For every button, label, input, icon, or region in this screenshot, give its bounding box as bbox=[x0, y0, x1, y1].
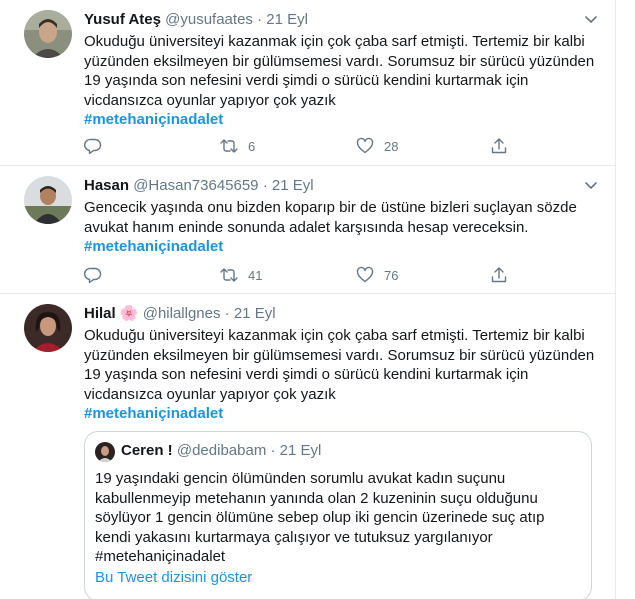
timestamp[interactable]: 21 Eyl bbox=[234, 305, 276, 322]
tweet-yusuf[interactable]: Yusuf Ateş @yusufaates · 21 Eyl Okuduğu … bbox=[0, 0, 616, 166]
share-button[interactable] bbox=[490, 136, 508, 156]
tweet-body: Hasan @Hasan73645659 · 21 Eyl Gencecik y… bbox=[84, 176, 602, 257]
chevron-down-icon[interactable] bbox=[584, 12, 598, 26]
tweet-text-line: vicdansızca oyunlar yapıyor çok yazık bbox=[84, 91, 336, 109]
show-thread-link[interactable]: Bu Tweet dizisini göster bbox=[95, 569, 252, 586]
tweet-body: Yusuf Ateş @yusufaates · 21 Eyl Okuduğu … bbox=[84, 10, 602, 130]
retweet-count: 41 bbox=[248, 267, 263, 283]
separator: · bbox=[270, 442, 276, 459]
share-icon bbox=[491, 267, 507, 283]
tweet-text-line: avukat hanım eninde sonunda adalet karşı… bbox=[84, 218, 529, 236]
tweet-header: Hilal 🌸 @hilallgnes · 21 Eyl bbox=[84, 304, 602, 324]
tweet-actions: 41 76 bbox=[84, 265, 524, 285]
like-icon bbox=[356, 137, 374, 154]
tweet-text-line: 19 yaşında son nefesini verdi şimdi o sü… bbox=[84, 72, 529, 89]
quoted-text: 19 yaşındaki gencin ölümünden sorumlu av… bbox=[95, 469, 544, 567]
username[interactable]: @Hasan73645659 bbox=[133, 177, 258, 194]
tweet-feed: Yusuf Ateş @yusufaates · 21 Eyl Okuduğu … bbox=[0, 0, 616, 599]
tweet-actions: 6 28 bbox=[84, 136, 524, 156]
reply-icon bbox=[84, 267, 102, 284]
hashtag-link[interactable]: #metehaniçinadalet bbox=[84, 237, 602, 257]
reply-button[interactable] bbox=[84, 136, 102, 156]
tweet-hilal[interactable]: Hilal 🌸 @hilallgnes · 21 Eyl Okuduğu üni… bbox=[0, 294, 616, 599]
reply-icon bbox=[84, 138, 102, 155]
separator: · bbox=[257, 11, 263, 28]
tweet-text: Okuduğu üniversiteyi kazanmak için çok ç… bbox=[84, 326, 602, 424]
tweet-hasan[interactable]: Hasan @Hasan73645659 · 21 Eyl Gencecik y… bbox=[0, 166, 616, 294]
retweet-button[interactable]: 41 bbox=[220, 265, 262, 285]
avatar[interactable] bbox=[24, 10, 72, 58]
timestamp[interactable]: 21 Eyl bbox=[266, 11, 308, 28]
tweet-header: Yusuf Ateş @yusufaates · 21 Eyl bbox=[84, 10, 602, 30]
name-emoji: 🌸 bbox=[119, 305, 139, 322]
like-button[interactable]: 28 bbox=[356, 136, 398, 156]
quoted-display-name: Ceren ! bbox=[121, 442, 173, 459]
tweet-body: Hilal 🌸 @hilallgnes · 21 Eyl Okuduğu üni… bbox=[84, 304, 602, 424]
timestamp[interactable]: 21 Eyl bbox=[272, 177, 314, 194]
avatar[interactable] bbox=[24, 304, 72, 352]
quoted-timestamp: 21 Eyl bbox=[279, 442, 322, 459]
hashtag-link[interactable]: #metehaniçinadalet bbox=[84, 404, 602, 424]
tweet-text-line: yüzünden eksilmeyen bir gülümsemesi vard… bbox=[84, 346, 595, 364]
hashtag-link[interactable]: #metehaniçinadalet bbox=[84, 110, 602, 130]
tweet-text-line: vicdansızca oyunlar yapıyor çok yazık bbox=[84, 385, 336, 403]
quoted-username: @dedibabam bbox=[176, 442, 267, 459]
username[interactable]: @hilallgnes bbox=[143, 305, 221, 322]
like-count: 28 bbox=[384, 138, 399, 154]
display-name[interactable]: Yusuf Ateş bbox=[84, 11, 161, 28]
username[interactable]: @yusufaates bbox=[165, 11, 253, 28]
tweet-text-line: Gencecik yaşında onu bizden koparıp bir … bbox=[84, 199, 577, 216]
quoted-text-line: söylüyor 1 gencin ölümüne sebep olup iki… bbox=[95, 509, 545, 526]
tweet-text-line: 19 yaşında son nefesini verdi şimdi o sü… bbox=[84, 366, 529, 383]
tweet-text-line: yüzünden eksilmeyen bir gülümsemesi vard… bbox=[84, 52, 595, 70]
separator: · bbox=[224, 305, 230, 322]
quoted-header: Ceren ! @dedibabam · 21 Eyl bbox=[121, 441, 321, 461]
retweet-button[interactable]: 6 bbox=[220, 136, 255, 156]
quoted-text-line: kendi yakasını kurtarmaya çalışıyor ve t… bbox=[95, 528, 493, 546]
share-icon bbox=[491, 138, 507, 154]
chevron-down-icon[interactable] bbox=[584, 178, 598, 192]
tweet-text: Gencecik yaşında onu bizden koparıp bir … bbox=[84, 198, 602, 257]
quoted-text-line: #metehaniçinadalet bbox=[95, 548, 226, 565]
quoted-avatar[interactable] bbox=[95, 442, 115, 462]
tweet-header: Hasan @Hasan73645659 · 21 Eyl bbox=[84, 176, 602, 196]
separator: · bbox=[262, 177, 268, 194]
reply-button[interactable] bbox=[84, 265, 102, 285]
quoted-text-line: 19 yaşındaki gencin ölümünden sorumlu av… bbox=[95, 470, 506, 487]
retweet-count: 6 bbox=[248, 138, 256, 154]
retweet-icon bbox=[220, 268, 238, 282]
avatar[interactable] bbox=[24, 176, 72, 224]
share-button[interactable] bbox=[490, 265, 508, 285]
tweet-text: Okuduğu üniversiteyi kazanmak için çok ç… bbox=[84, 32, 602, 130]
like-count: 76 bbox=[384, 267, 399, 283]
display-name[interactable]: Hilal bbox=[84, 305, 116, 322]
like-button[interactable]: 76 bbox=[356, 265, 398, 285]
display-name[interactable]: Hasan bbox=[84, 177, 129, 194]
retweet-icon bbox=[220, 139, 238, 153]
like-icon bbox=[356, 266, 374, 283]
quoted-text-line: kabullenmeyip metehanın yanında olan 2 k… bbox=[95, 489, 538, 507]
tweet-text-line: Okuduğu üniversiteyi kazanmak için çok ç… bbox=[84, 33, 585, 50]
quoted-tweet[interactable]: Ceren ! @dedibabam · 21 Eyl 19 yaşındaki… bbox=[84, 431, 592, 599]
tweet-text-line: Okuduğu üniversiteyi kazanmak için çok ç… bbox=[84, 327, 585, 344]
